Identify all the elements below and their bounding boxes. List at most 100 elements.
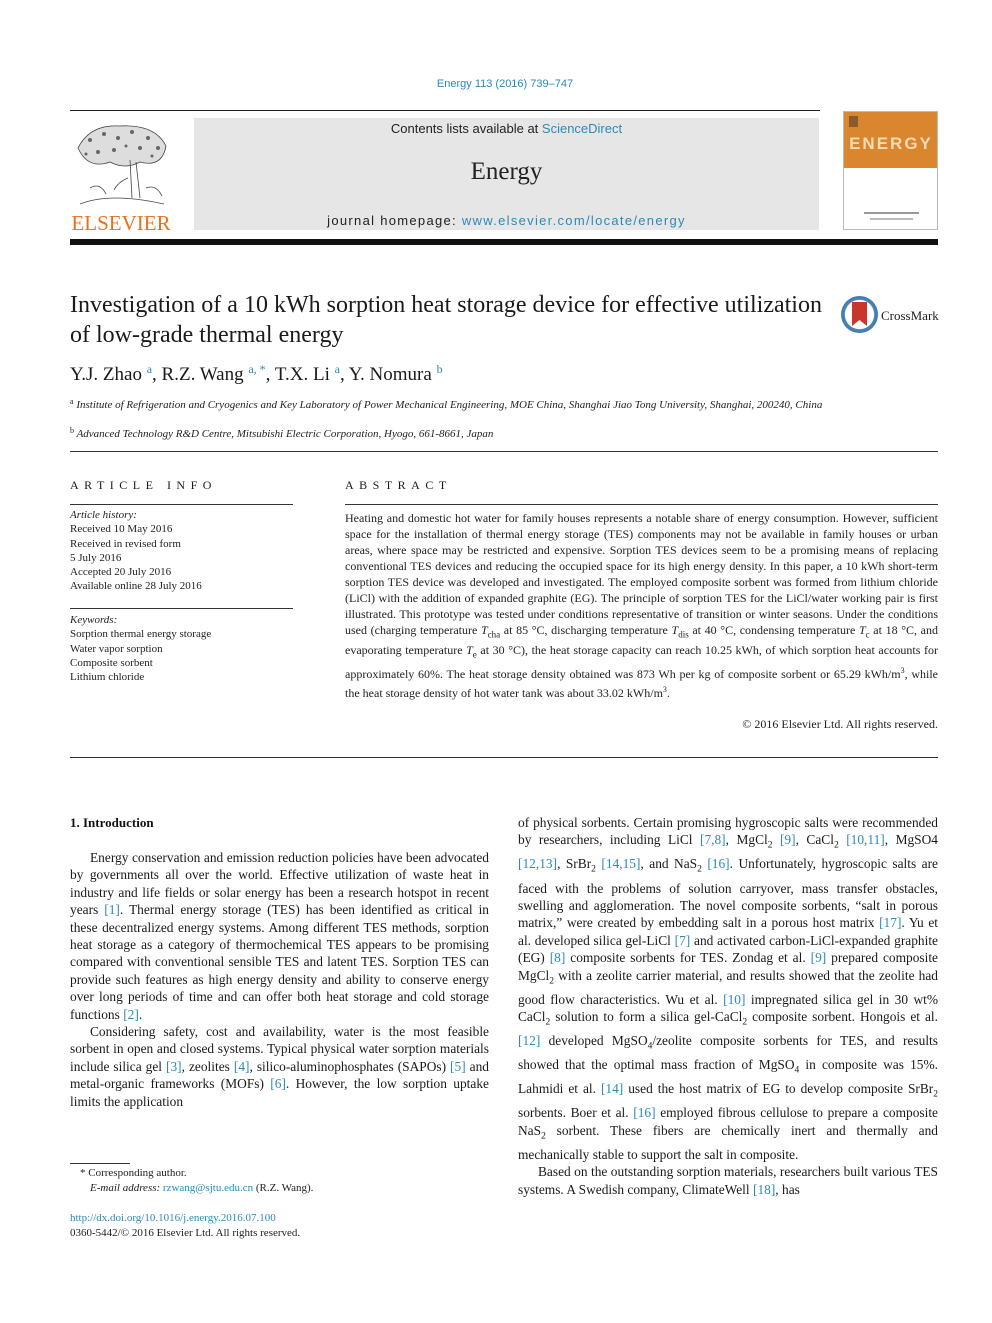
text: sorbent. These fibers are chemically ine… <box>518 1122 938 1162</box>
section-divider <box>70 757 938 758</box>
author-name[interactable]: Y.J. Zhao <box>70 364 142 385</box>
abstract-segment: . <box>666 685 670 700</box>
cover-title: ENERGY <box>849 134 933 153</box>
text: solution to form a silica gel-CaCl <box>550 1009 743 1025</box>
affiliation-text: Institute of Refrigeration and Cryogenic… <box>76 399 823 411</box>
abstract-segment: at 40 °C, condensing temperature <box>688 623 859 637</box>
doi-line: http://dx.doi.org/10.1016/j.energy.2016.… <box>70 1211 500 1226</box>
section-divider <box>70 451 938 452</box>
citation-link[interactable]: [14] <box>601 1081 623 1096</box>
crossmark-label: CrossMark <box>881 308 939 323</box>
text: , CaCl <box>795 832 834 848</box>
section-heading-introduction: 1. Introduction <box>70 815 154 830</box>
symbol: T <box>858 623 866 637</box>
doi-link[interactable]: http://dx.doi.org/10.1016/j.energy.2016.… <box>70 1212 276 1224</box>
author-affiliation-mark[interactable]: a, * <box>248 362 265 376</box>
journal-masthead: Contents lists available at ScienceDirec… <box>194 118 819 230</box>
subscript: 2 <box>767 841 773 852</box>
email-link[interactable]: rzwang@sjtu.edu.cn <box>163 1182 253 1194</box>
elsevier-logo[interactable]: ELSEVIER <box>70 118 172 235</box>
citation-link[interactable]: [12] <box>518 1033 540 1048</box>
keyword-item: Composite sorbent <box>70 656 153 669</box>
email-suffix: (R.Z. Wang). <box>253 1182 314 1194</box>
article-info-heading: ARTICLE INFO <box>70 478 217 492</box>
text: sorbents. Boer et al. <box>518 1105 634 1121</box>
email-label: E-mail address: <box>90 1182 163 1194</box>
text: , MgCl <box>725 832 768 848</box>
history-item: Received 10 May 2016 <box>70 523 173 536</box>
citation-link[interactable]: [18] <box>753 1182 775 1197</box>
citation-link[interactable]: [9] <box>780 832 796 847</box>
abstract-heading: ABSTRACT <box>345 478 452 492</box>
keywords: Keywords: Sorption thermal energy storag… <box>70 613 295 684</box>
abstract-copyright: © 2016 Elsevier Ltd. All rights reserved… <box>742 717 938 731</box>
keywords-label: Keywords: <box>70 614 118 626</box>
text: . Thermal energy storage (TES) has been … <box>70 902 489 1022</box>
journal-homepage-link[interactable]: www.elsevier.com/locate/energy <box>462 213 686 228</box>
subscript: 2 <box>833 841 839 852</box>
author-name[interactable]: Y. Nomura <box>349 364 432 385</box>
text: , MgSO4 <box>884 832 938 848</box>
history-item: 5 July 2016 <box>70 551 122 564</box>
text: composite sorbents for TES. Zondag et al… <box>565 950 811 966</box>
issn-line: 0360-5442/© 2016 Elsevier Ltd. All right… <box>70 1227 301 1239</box>
citation-link[interactable]: [9] <box>811 950 827 965</box>
homepage-prefix: journal homepage: <box>327 213 462 228</box>
masthead-thick-rule <box>70 239 938 245</box>
subscript: 2 <box>697 865 702 876</box>
text: developed MgSO <box>540 1033 648 1049</box>
citation-link[interactable]: [1] <box>104 902 120 917</box>
body-column-left: Energy conservation and emission reducti… <box>70 849 489 1110</box>
text: , silico-aluminophosphates (SAPOs) <box>249 1058 451 1074</box>
contents-line: Contents lists available at ScienceDirec… <box>194 121 819 136</box>
abstract-text: Heating and domestic hot water for famil… <box>345 510 938 701</box>
author-affiliation-mark[interactable]: b <box>437 362 443 376</box>
sciencedirect-link[interactable]: ScienceDirect <box>542 121 622 136</box>
body-paragraph: Energy conservation and emission reducti… <box>70 849 489 1023</box>
symbol: T <box>480 623 488 637</box>
keyword-item: Sorption thermal energy storage <box>70 628 212 641</box>
symbol: T <box>466 643 473 658</box>
journal-citation-link[interactable]: Energy 113 (2016) 739–747 <box>0 78 992 90</box>
history-item: Accepted 20 July 2016 <box>70 566 172 579</box>
citation-link[interactable]: [16] <box>707 856 729 871</box>
header-rule <box>70 110 820 111</box>
citation-link[interactable]: [10] <box>723 992 745 1007</box>
abstract-rule <box>345 504 938 505</box>
author-affiliation-mark[interactable]: a <box>335 362 340 376</box>
citation-link[interactable]: [2] <box>123 1007 139 1022</box>
citation-link[interactable]: [10,11] <box>846 832 885 847</box>
citation-link[interactable]: [5] <box>450 1059 466 1074</box>
article-history: Article history: Received 10 May 2016 Re… <box>70 508 295 594</box>
affiliation-a: a Institute of Refrigeration and Cryogen… <box>70 395 830 412</box>
citation-link[interactable]: [8] <box>550 950 566 965</box>
keywords-rule <box>70 608 293 609</box>
citation-link[interactable]: [14,15] <box>601 856 640 871</box>
body-paragraph: of physical sorbents. Certain promising … <box>518 814 938 1163</box>
keyword-item: Lithium chloride <box>70 671 145 684</box>
citation-link[interactable]: [4] <box>234 1059 250 1074</box>
affiliation-b: b Advanced Technology R&D Centre, Mitsub… <box>70 424 830 441</box>
citation-link[interactable]: [17] <box>879 915 901 930</box>
citation-link[interactable]: [6] <box>270 1076 286 1091</box>
text: Based on the outstanding sorption materi… <box>518 1164 938 1197</box>
citation-link[interactable]: [16] <box>633 1105 655 1120</box>
citation-link[interactable]: [7,8] <box>700 832 726 847</box>
citation-link[interactable]: [12,13] <box>518 856 557 871</box>
article-history-label: Article history: <box>70 509 137 521</box>
crossmark-button[interactable]: CrossMark <box>841 296 941 334</box>
journal-cover-thumbnail[interactable]: ENERGY <box>843 111 938 230</box>
journal-name: Energy <box>470 158 543 185</box>
citation-link[interactable]: [7] <box>675 933 691 948</box>
affiliation-text: Advanced Technology R&D Centre, Mitsubis… <box>76 428 494 440</box>
author-affiliation-mark[interactable]: a <box>147 362 152 376</box>
body-column-right: of physical sorbents. Certain promising … <box>518 814 938 1198</box>
cover-footer-line <box>864 212 919 214</box>
history-item: Received in revised form <box>70 537 181 550</box>
abstract-segment: Heating and domestic hot water for famil… <box>345 511 938 637</box>
cover-logo-icon <box>849 116 858 127</box>
author-name[interactable]: T.X. Li <box>275 364 330 385</box>
subscript: 2 <box>933 1089 938 1100</box>
author-name[interactable]: R.Z. Wang <box>162 364 244 385</box>
citation-link[interactable]: [3] <box>166 1059 182 1074</box>
